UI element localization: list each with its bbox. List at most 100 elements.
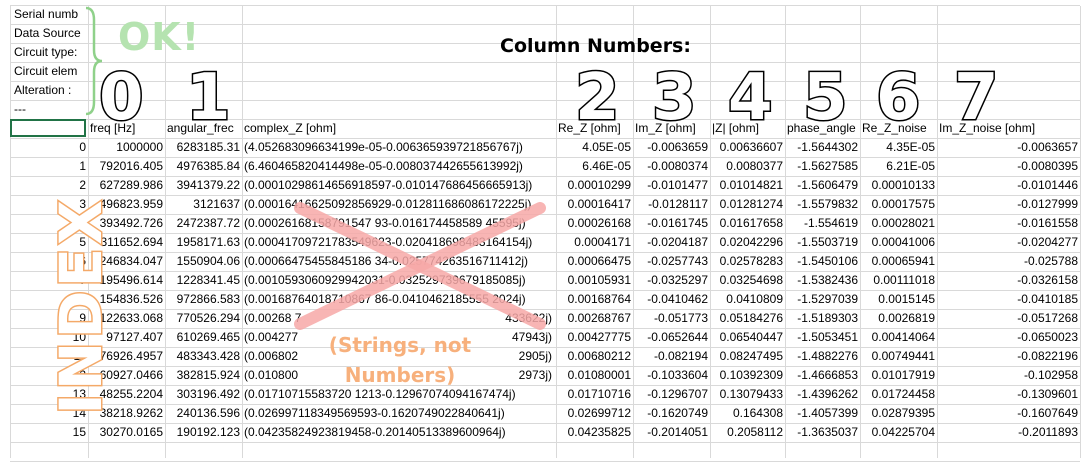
value-cell[interactable]: 0.02578283 — [712, 252, 783, 271]
column-header[interactable]: complex_Z [ohm] — [244, 119, 555, 138]
value-cell[interactable]: -1.4396262 — [787, 385, 858, 404]
value-cell[interactable]: 0.04225704 — [862, 423, 935, 442]
value-cell[interactable]: -0.0063657 — [939, 138, 1078, 157]
value-cell[interactable]: 770526.294 — [167, 309, 240, 328]
value-cell[interactable]: 190192.123 — [167, 423, 240, 442]
value-cell[interactable]: -1.5297039 — [787, 290, 858, 309]
value-cell[interactable]: -0.0822196 — [939, 347, 1078, 366]
value-cell[interactable]: 0.08247495 — [712, 347, 783, 366]
value-cell[interactable]: 0.00066475 — [558, 252, 631, 271]
value-cell[interactable]: 6283185.31 — [167, 138, 240, 157]
value-cell[interactable]: -0.1607649 — [939, 404, 1078, 423]
value-cell[interactable]: -0.0517268 — [939, 309, 1078, 328]
value-cell[interactable]: -0.0204187 — [635, 233, 708, 252]
value-cell[interactable]: -0.025788 — [939, 252, 1078, 271]
value-cell[interactable]: 972866.583 — [167, 290, 240, 309]
value-cell[interactable]: 483343.428 — [167, 347, 240, 366]
index-cell[interactable]: 15 — [12, 423, 86, 442]
index-cell[interactable]: 2 — [12, 176, 86, 195]
value-cell[interactable]: 0.0015145 — [862, 290, 935, 309]
value-cell[interactable]: -0.1296707 — [635, 385, 708, 404]
value-cell[interactable]: -1.5627585 — [787, 157, 858, 176]
value-cell[interactable]: 0.00111018 — [862, 271, 935, 290]
value-cell[interactable]: 1228341.45 — [167, 271, 240, 290]
value-cell[interactable]: -0.0257743 — [635, 252, 708, 271]
complex-cell[interactable]: (0.04235824923819458-0.20140513389600964… — [244, 423, 554, 442]
value-cell[interactable]: -0.082194 — [635, 347, 708, 366]
complex-cell[interactable]: (0.026997118349569593-0.1620749022840641… — [244, 404, 554, 423]
value-cell[interactable]: 3121637 — [167, 195, 240, 214]
value-cell[interactable]: 0.10392309 — [712, 366, 783, 385]
value-cell[interactable]: -1.4057399 — [787, 404, 858, 423]
value-cell[interactable]: 0.01710716 — [558, 385, 631, 404]
value-cell[interactable]: 1000000 — [90, 138, 163, 157]
value-cell[interactable]: -1.554619 — [787, 214, 858, 233]
value-cell[interactable]: 0.00010133 — [862, 176, 935, 195]
index-cell[interactable]: 0 — [12, 138, 86, 157]
value-cell[interactable]: -0.1309601 — [939, 385, 1078, 404]
value-cell[interactable]: -1.5579832 — [787, 195, 858, 214]
value-cell[interactable]: -1.4882276 — [787, 347, 858, 366]
value-cell[interactable]: 0.00010299 — [558, 176, 631, 195]
value-cell[interactable]: -0.102958 — [939, 366, 1078, 385]
value-cell[interactable]: 30270.0165 — [90, 423, 163, 442]
value-cell[interactable]: 0.01617658 — [712, 214, 783, 233]
value-cell[interactable]: 0.03254698 — [712, 271, 783, 290]
active-cell[interactable] — [10, 119, 86, 137]
value-cell[interactable]: 0.00168764 — [558, 290, 631, 309]
value-cell[interactable]: 1958171.63 — [167, 233, 240, 252]
value-cell[interactable]: 0.01017919 — [862, 366, 935, 385]
value-cell[interactable]: -0.0652644 — [635, 328, 708, 347]
value-cell[interactable]: 0.00636607 — [712, 138, 783, 157]
column-header[interactable]: |Z| [ohm] — [712, 119, 784, 138]
value-cell[interactable]: 792016.405 — [90, 157, 163, 176]
value-cell[interactable]: 610269.465 — [167, 328, 240, 347]
value-cell[interactable]: 0.00680212 — [558, 347, 631, 366]
value-cell[interactable]: -0.0127999 — [939, 195, 1078, 214]
complex-cell[interactable]: (6.460465820414498e-05-0.008037442655613… — [244, 157, 554, 176]
value-cell[interactable]: -1.5450106 — [787, 252, 858, 271]
value-cell[interactable]: -0.0325297 — [635, 271, 708, 290]
value-cell[interactable]: -0.0650023 — [939, 328, 1078, 347]
complex-cell[interactable]: (0.00010298614656918597-0.01014768645666… — [244, 176, 554, 195]
value-cell[interactable]: -0.0161558 — [939, 214, 1078, 233]
value-cell[interactable]: -0.0161745 — [635, 214, 708, 233]
value-cell[interactable]: -0.1620749 — [635, 404, 708, 423]
value-cell[interactable]: 240136.596 — [167, 404, 240, 423]
value-cell[interactable]: 0.06540447 — [712, 328, 783, 347]
value-cell[interactable]: 0.00016417 — [558, 195, 631, 214]
value-cell[interactable]: 0.00414064 — [862, 328, 935, 347]
value-cell[interactable]: 0.05184276 — [712, 309, 783, 328]
value-cell[interactable]: -1.5053451 — [787, 328, 858, 347]
value-cell[interactable]: 627289.986 — [90, 176, 163, 195]
index-cell[interactable]: 1 — [12, 157, 86, 176]
value-cell[interactable]: -1.5382436 — [787, 271, 858, 290]
column-header[interactable]: Re_Z_noise — [862, 119, 936, 138]
value-cell[interactable]: -0.0101446 — [939, 176, 1078, 195]
value-cell[interactable]: 2472387.72 — [167, 214, 240, 233]
value-cell[interactable]: -0.0101477 — [635, 176, 708, 195]
value-cell[interactable]: 0.0410809 — [712, 290, 783, 309]
value-cell[interactable]: 0.00026168 — [558, 214, 631, 233]
value-cell[interactable]: -0.0080374 — [635, 157, 708, 176]
value-cell[interactable]: 0.00065941 — [862, 252, 935, 271]
value-cell[interactable]: 0.01014821 — [712, 176, 783, 195]
value-cell[interactable]: -1.5189303 — [787, 309, 858, 328]
value-cell[interactable]: 382815.924 — [167, 366, 240, 385]
value-cell[interactable]: -0.0063659 — [635, 138, 708, 157]
value-cell[interactable]: 4.35E-05 — [862, 138, 935, 157]
value-cell[interactable]: -1.3635037 — [787, 423, 858, 442]
value-cell[interactable]: 6.46E-05 — [558, 157, 631, 176]
value-cell[interactable]: 4.05E-05 — [558, 138, 631, 157]
value-cell[interactable]: 6.21E-05 — [862, 157, 935, 176]
value-cell[interactable]: -1.5644302 — [787, 138, 858, 157]
column-header[interactable]: angular_frec — [167, 119, 241, 138]
value-cell[interactable]: 0.00105931 — [558, 271, 631, 290]
value-cell[interactable]: -0.0410185 — [939, 290, 1078, 309]
value-cell[interactable]: -1.4666853 — [787, 366, 858, 385]
column-header[interactable]: Re_Z [ohm] — [558, 119, 632, 138]
value-cell[interactable]: -0.0080395 — [939, 157, 1078, 176]
column-header[interactable]: Im_Z [ohm] — [635, 119, 709, 138]
value-cell[interactable]: 0.2058112 — [712, 423, 783, 442]
value-cell[interactable]: 0.13079433 — [712, 385, 783, 404]
